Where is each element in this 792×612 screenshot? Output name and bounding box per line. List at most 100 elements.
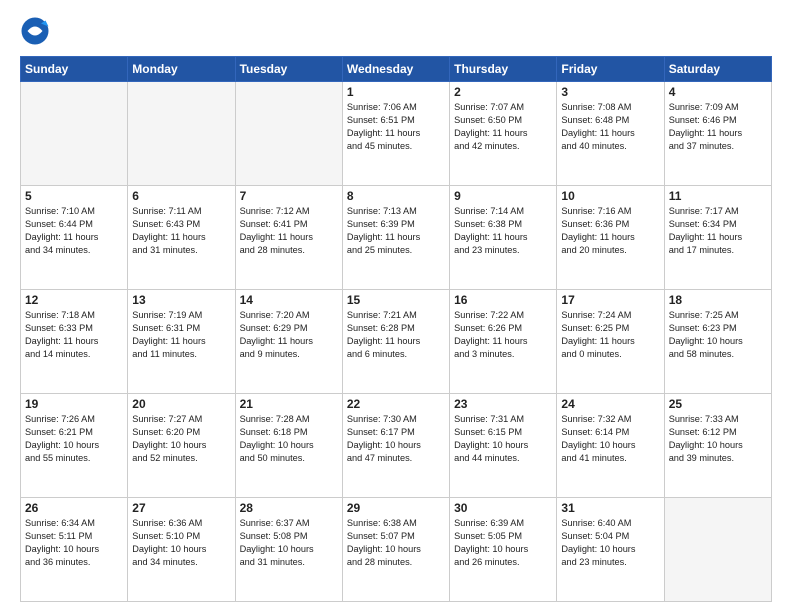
cell-info: Sunrise: 7:10 AM Sunset: 6:44 PM Dayligh… [25,205,123,257]
day-number: 8 [347,189,445,203]
day-number: 5 [25,189,123,203]
calendar-cell: 8 Sunrise: 7:13 AM Sunset: 6:39 PM Daylig… [342,186,449,290]
calendar-cell: 29 Sunrise: 6:38 AM Sunset: 5:07 PM Dayli… [342,498,449,602]
calendar-cell: 9 Sunrise: 7:14 AM Sunset: 6:38 PM Daylig… [450,186,557,290]
day-number: 23 [454,397,552,411]
calendar-cell: 11Sunrise: 7:17 AM Sunset: 6:34 PM Dayli… [664,186,771,290]
cell-info: Sunrise: 6:40 AM Sunset: 5:04 PM Dayligh… [561,517,659,569]
day-number: 26 [25,501,123,515]
calendar-cell [235,82,342,186]
cell-info: Sunrise: 7:12 AM Sunset: 6:41 PM Dayligh… [240,205,338,257]
weekday-header-tuesday: Tuesday [235,57,342,82]
day-number: 29 [347,501,445,515]
cell-info: Sunrise: 6:37 AM Sunset: 5:08 PM Dayligh… [240,517,338,569]
cell-info: Sunrise: 7:19 AM Sunset: 6:31 PM Dayligh… [132,309,230,361]
calendar-cell [128,82,235,186]
week-row-1: 1 Sunrise: 7:06 AM Sunset: 6:51 PM Daylig… [21,82,772,186]
weekday-header-thursday: Thursday [450,57,557,82]
day-number: 12 [25,293,123,307]
cell-info: Sunrise: 7:20 AM Sunset: 6:29 PM Dayligh… [240,309,338,361]
cell-info: Sunrise: 7:13 AM Sunset: 6:39 PM Dayligh… [347,205,445,257]
day-number: 15 [347,293,445,307]
cell-info: Sunrise: 7:09 AM Sunset: 6:46 PM Dayligh… [669,101,767,153]
calendar-cell: 13 Sunrise: 7:19 AM Sunset: 6:31 PM Dayli… [128,290,235,394]
calendar-cell: 28 Sunrise: 6:37 AM Sunset: 5:08 PM Dayli… [235,498,342,602]
calendar-cell: 18Sunrise: 7:25 AM Sunset: 6:23 PM Dayli… [664,290,771,394]
day-number: 30 [454,501,552,515]
week-row-4: 19 Sunrise: 7:26 AM Sunset: 6:21 PM Dayli… [21,394,772,498]
calendar-cell: 22Sunrise: 7:30 AM Sunset: 6:17 PM Dayli… [342,394,449,498]
calendar-cell: 31 Sunrise: 6:40 AM Sunset: 5:04 PM Dayli… [557,498,664,602]
day-number: 17 [561,293,659,307]
cell-info: Sunrise: 7:27 AM Sunset: 6:20 PM Dayligh… [132,413,230,465]
day-number: 2 [454,85,552,99]
calendar-cell: 15 Sunrise: 7:21 AM Sunset: 6:28 PM Dayli… [342,290,449,394]
calendar-cell: 14 Sunrise: 7:20 AM Sunset: 6:29 PM Dayli… [235,290,342,394]
calendar-cell: 23 Sunrise: 7:31 AM Sunset: 6:15 PM Dayli… [450,394,557,498]
calendar-cell: 24 Sunrise: 7:32 AM Sunset: 6:14 PM Dayli… [557,394,664,498]
day-number: 28 [240,501,338,515]
cell-info: Sunrise: 7:32 AM Sunset: 6:14 PM Dayligh… [561,413,659,465]
calendar-cell: 3 Sunrise: 7:08 AM Sunset: 6:48 PM Daylig… [557,82,664,186]
cell-info: Sunrise: 7:31 AM Sunset: 6:15 PM Dayligh… [454,413,552,465]
day-number: 4 [669,85,767,99]
calendar-cell: 26Sunrise: 6:34 AM Sunset: 5:11 PM Dayli… [21,498,128,602]
day-number: 1 [347,85,445,99]
header [20,16,772,46]
weekday-header-friday: Friday [557,57,664,82]
cell-info: Sunrise: 7:24 AM Sunset: 6:25 PM Dayligh… [561,309,659,361]
calendar-cell: 27Sunrise: 6:36 AM Sunset: 5:10 PM Dayli… [128,498,235,602]
weekday-header-sunday: Sunday [21,57,128,82]
cell-info: Sunrise: 7:11 AM Sunset: 6:43 PM Dayligh… [132,205,230,257]
weekday-header-wednesday: Wednesday [342,57,449,82]
cell-info: Sunrise: 7:28 AM Sunset: 6:18 PM Dayligh… [240,413,338,465]
day-number: 14 [240,293,338,307]
day-number: 9 [454,189,552,203]
day-number: 31 [561,501,659,515]
cell-info: Sunrise: 7:16 AM Sunset: 6:36 PM Dayligh… [561,205,659,257]
calendar-cell: 12 Sunrise: 7:18 AM Sunset: 6:33 PM Dayli… [21,290,128,394]
calendar-cell: 19 Sunrise: 7:26 AM Sunset: 6:21 PM Dayli… [21,394,128,498]
page: SundayMondayTuesdayWednesdayThursdayFrid… [0,0,792,612]
day-number: 19 [25,397,123,411]
cell-info: Sunrise: 7:22 AM Sunset: 6:26 PM Dayligh… [454,309,552,361]
weekday-header-saturday: Saturday [664,57,771,82]
day-number: 3 [561,85,659,99]
calendar-cell: 20 Sunrise: 7:27 AM Sunset: 6:20 PM Dayli… [128,394,235,498]
day-number: 25 [669,397,767,411]
day-number: 16 [454,293,552,307]
calendar-table: SundayMondayTuesdayWednesdayThursdayFrid… [20,56,772,602]
cell-info: Sunrise: 7:26 AM Sunset: 6:21 PM Dayligh… [25,413,123,465]
weekday-header-row: SundayMondayTuesdayWednesdayThursdayFrid… [21,57,772,82]
day-number: 20 [132,397,230,411]
calendar-cell [664,498,771,602]
cell-info: Sunrise: 6:38 AM Sunset: 5:07 PM Dayligh… [347,517,445,569]
calendar-cell: 17 Sunrise: 7:24 AM Sunset: 6:25 PM Dayli… [557,290,664,394]
logo [20,16,52,46]
day-number: 11 [669,189,767,203]
day-number: 21 [240,397,338,411]
day-number: 22 [347,397,445,411]
calendar-cell: 5 Sunrise: 7:10 AM Sunset: 6:44 PM Daylig… [21,186,128,290]
cell-info: Sunrise: 7:06 AM Sunset: 6:51 PM Dayligh… [347,101,445,153]
week-row-5: 26Sunrise: 6:34 AM Sunset: 5:11 PM Dayli… [21,498,772,602]
calendar-cell: 21 Sunrise: 7:28 AM Sunset: 6:18 PM Dayli… [235,394,342,498]
cell-info: Sunrise: 7:08 AM Sunset: 6:48 PM Dayligh… [561,101,659,153]
cell-info: Sunrise: 7:33 AM Sunset: 6:12 PM Dayligh… [669,413,767,465]
day-number: 24 [561,397,659,411]
cell-info: Sunrise: 7:14 AM Sunset: 6:38 PM Dayligh… [454,205,552,257]
calendar-cell: 4 Sunrise: 7:09 AM Sunset: 6:46 PM Daylig… [664,82,771,186]
week-row-3: 12 Sunrise: 7:18 AM Sunset: 6:33 PM Dayli… [21,290,772,394]
day-number: 7 [240,189,338,203]
day-number: 18 [669,293,767,307]
cell-info: Sunrise: 7:21 AM Sunset: 6:28 PM Dayligh… [347,309,445,361]
calendar-cell: 7 Sunrise: 7:12 AM Sunset: 6:41 PM Daylig… [235,186,342,290]
calendar-cell: 25 Sunrise: 7:33 AM Sunset: 6:12 PM Dayli… [664,394,771,498]
day-number: 27 [132,501,230,515]
day-number: 13 [132,293,230,307]
calendar-cell: 30Sunrise: 6:39 AM Sunset: 5:05 PM Dayli… [450,498,557,602]
day-number: 6 [132,189,230,203]
cell-info: Sunrise: 7:18 AM Sunset: 6:33 PM Dayligh… [25,309,123,361]
calendar-cell [21,82,128,186]
cell-info: Sunrise: 7:07 AM Sunset: 6:50 PM Dayligh… [454,101,552,153]
